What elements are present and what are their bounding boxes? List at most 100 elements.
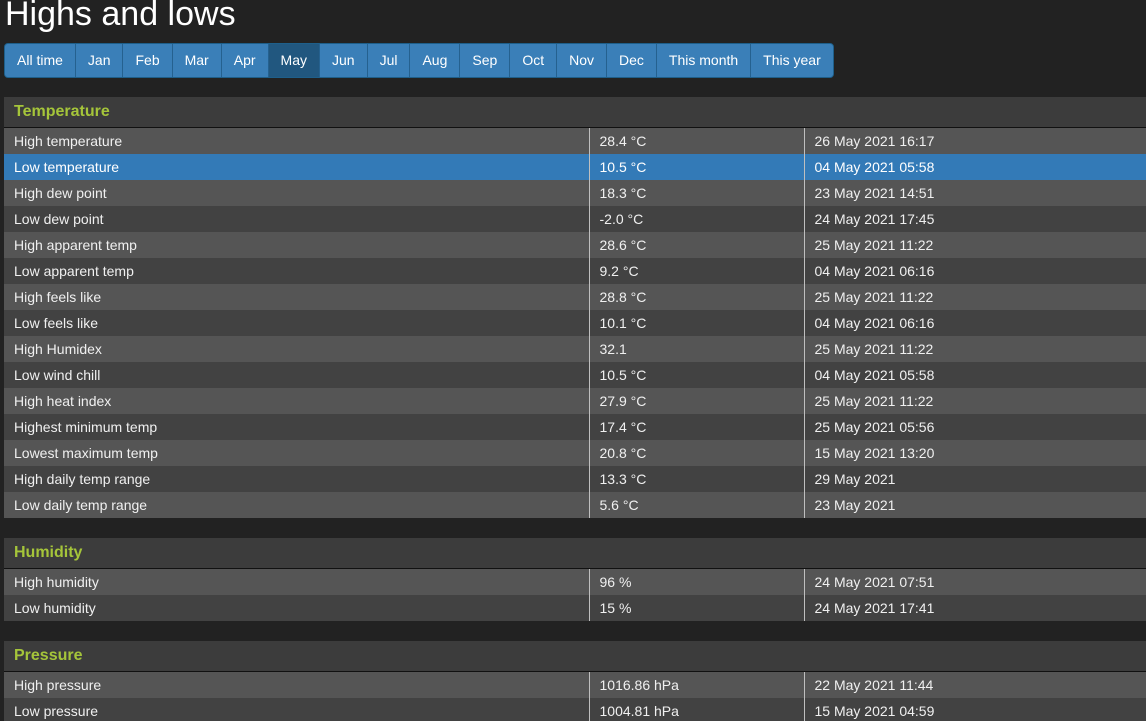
record-label: Low apparent temp bbox=[4, 258, 590, 284]
table-row[interactable]: High daily temp range 13.3 °C 29 May 2021 bbox=[4, 466, 1146, 492]
record-time: 25 May 2021 11:22 bbox=[804, 232, 1146, 258]
tab-jun[interactable]: Jun bbox=[319, 44, 368, 77]
record-time: 24 May 2021 07:51 bbox=[804, 569, 1146, 595]
table-row[interactable]: High apparent temp 28.6 °C 25 May 2021 11:… bbox=[4, 232, 1146, 258]
section-title-temperature: Temperature bbox=[4, 97, 1146, 128]
record-label: High humidity bbox=[4, 569, 590, 595]
record-label: Low dew point bbox=[4, 206, 590, 232]
pressure-section: Pressure High pressure 1016.86 hPa 22 May … bbox=[4, 641, 1146, 721]
record-label: High daily temp range bbox=[4, 466, 590, 492]
record-value: 18.3 °C bbox=[589, 180, 805, 206]
record-value: 32.1 bbox=[589, 336, 805, 362]
record-time: 04 May 2021 06:16 bbox=[804, 310, 1146, 336]
tab-mar[interactable]: Mar bbox=[172, 44, 222, 77]
record-label: Low pressure bbox=[4, 698, 590, 721]
tab-apr[interactable]: Apr bbox=[221, 44, 269, 77]
record-value: 10.5 °C bbox=[589, 362, 805, 388]
record-label: High heat index bbox=[4, 388, 590, 414]
record-time: 25 May 2021 11:22 bbox=[804, 336, 1146, 362]
humidity-section: Humidity High humidity 96 % 24 May 2021 07… bbox=[4, 538, 1146, 621]
tab-sep[interactable]: Sep bbox=[460, 44, 511, 77]
record-time: 15 May 2021 13:20 bbox=[804, 440, 1146, 466]
record-time: 24 May 2021 17:45 bbox=[804, 206, 1146, 232]
record-time: 25 May 2021 11:22 bbox=[804, 388, 1146, 414]
record-label: High temperature bbox=[4, 128, 590, 154]
record-value: 10.5 °C bbox=[589, 154, 805, 180]
record-value: 28.6 °C bbox=[589, 232, 805, 258]
table-row[interactable]: Lowest maximum temp 20.8 °C 15 May 2021 13… bbox=[4, 440, 1146, 466]
tab-this-month[interactable]: This month bbox=[656, 44, 752, 77]
record-value: 28.8 °C bbox=[589, 284, 805, 310]
section-title-pressure: Pressure bbox=[4, 641, 1146, 672]
record-label: High feels like bbox=[4, 284, 590, 310]
tab-may[interactable]: May bbox=[268, 44, 320, 77]
record-value: 27.9 °C bbox=[589, 388, 805, 414]
record-time: 25 May 2021 11:22 bbox=[804, 284, 1146, 310]
table-row[interactable]: Low daily temp range 5.6 °C 23 May 2021 bbox=[4, 492, 1146, 518]
table-row[interactable]: Low apparent temp 9.2 °C 04 May 2021 06:16 bbox=[4, 258, 1146, 284]
record-label: Low feels like bbox=[4, 310, 590, 336]
record-time: 23 May 2021 bbox=[804, 492, 1146, 518]
record-label: Low daily temp range bbox=[4, 492, 590, 518]
table-row[interactable]: Low feels like 10.1 °C 04 May 2021 06:16 bbox=[4, 310, 1146, 336]
record-time: 04 May 2021 06:16 bbox=[804, 258, 1146, 284]
table-row[interactable]: Low dew point -2.0 °C 24 May 2021 17:45 bbox=[4, 206, 1146, 232]
record-label: Highest minimum temp bbox=[4, 414, 590, 440]
record-time: 29 May 2021 bbox=[804, 466, 1146, 492]
record-value: -2.0 °C bbox=[589, 206, 805, 232]
table-row[interactable]: Low wind chill 10.5 °C 04 May 2021 05:58 bbox=[4, 362, 1146, 388]
table-row[interactable]: High Humidex 32.1 25 May 2021 11:22 bbox=[4, 336, 1146, 362]
page-title: Highs and lows bbox=[5, 0, 236, 33]
record-time: 24 May 2021 17:41 bbox=[804, 595, 1146, 621]
record-label: High dew point bbox=[4, 180, 590, 206]
record-time: 04 May 2021 05:58 bbox=[804, 154, 1146, 180]
record-time: 04 May 2021 05:58 bbox=[804, 362, 1146, 388]
table-row[interactable]: High feels like 28.8 °C 25 May 2021 11:22 bbox=[4, 284, 1146, 310]
record-value: 1004.81 hPa bbox=[589, 698, 805, 721]
tab-all-time[interactable]: All time bbox=[5, 44, 76, 77]
record-time: 26 May 2021 16:17 bbox=[804, 128, 1146, 154]
pressure-table: High pressure 1016.86 hPa 22 May 2021 11:4… bbox=[4, 672, 1146, 721]
tab-jan[interactable]: Jan bbox=[75, 44, 124, 77]
record-label: High apparent temp bbox=[4, 232, 590, 258]
record-label: High pressure bbox=[4, 672, 590, 698]
page: Highs and lows All time Jan Feb Mar Apr May Ju… bbox=[0, 0, 1146, 721]
table-row[interactable]: Low temperature 10.5 °C 04 May 2021 05:58 bbox=[4, 154, 1146, 180]
table-row[interactable]: High pressure 1016.86 hPa 22 May 2021 11:4… bbox=[4, 672, 1146, 698]
tab-aug[interactable]: Aug bbox=[410, 44, 461, 77]
tab-nov[interactable]: Nov bbox=[557, 44, 607, 77]
tab-jul[interactable]: Jul bbox=[367, 44, 411, 77]
record-time: 22 May 2021 11:44 bbox=[804, 672, 1146, 698]
period-tab-bar: All time Jan Feb Mar Apr May Jun Jul Aug Sep Oct No… bbox=[4, 43, 834, 78]
record-value: 13.3 °C bbox=[589, 466, 805, 492]
record-value: 17.4 °C bbox=[589, 414, 805, 440]
tab-oct[interactable]: Oct bbox=[510, 44, 558, 77]
record-label: High Humidex bbox=[4, 336, 590, 362]
table-row[interactable]: High dew point 18.3 °C 23 May 2021 14:51 bbox=[4, 180, 1146, 206]
record-label: Lowest maximum temp bbox=[4, 440, 590, 466]
table-row[interactable]: High temperature 28.4 °C 26 May 2021 16:17 bbox=[4, 128, 1146, 154]
tab-dec[interactable]: Dec bbox=[607, 44, 657, 77]
table-row[interactable]: Highest minimum temp 17.4 °C 25 May 2021 0… bbox=[4, 414, 1146, 440]
record-value: 1016.86 hPa bbox=[589, 672, 805, 698]
record-time: 15 May 2021 04:59 bbox=[804, 698, 1146, 721]
record-value: 28.4 °C bbox=[589, 128, 805, 154]
table-row[interactable]: High heat index 27.9 °C 25 May 2021 11:22 bbox=[4, 388, 1146, 414]
table-row[interactable]: Low humidity 15 % 24 May 2021 17:41 bbox=[4, 595, 1146, 621]
record-value: 5.6 °C bbox=[589, 492, 805, 518]
record-label: Low wind chill bbox=[4, 362, 590, 388]
section-title-humidity: Humidity bbox=[4, 538, 1146, 569]
record-time: 23 May 2021 14:51 bbox=[804, 180, 1146, 206]
record-value: 20.8 °C bbox=[589, 440, 805, 466]
record-value: 15 % bbox=[589, 595, 805, 621]
temperature-section: Temperature High temperature 28.4 °C 26 Ma… bbox=[4, 97, 1146, 518]
table-row[interactable]: High humidity 96 % 24 May 2021 07:51 bbox=[4, 569, 1146, 595]
table-row[interactable]: Low pressure 1004.81 hPa 15 May 2021 04:59 bbox=[4, 698, 1146, 721]
record-label: Low temperature bbox=[4, 154, 590, 180]
tab-feb[interactable]: Feb bbox=[123, 44, 173, 77]
humidity-table: High humidity 96 % 24 May 2021 07:51 Low hu… bbox=[4, 569, 1146, 621]
tab-this-year[interactable]: This year bbox=[751, 44, 833, 77]
record-value: 9.2 °C bbox=[589, 258, 805, 284]
record-time: 25 May 2021 05:56 bbox=[804, 414, 1146, 440]
temperature-table: High temperature 28.4 °C 26 May 2021 16:17… bbox=[4, 128, 1146, 518]
